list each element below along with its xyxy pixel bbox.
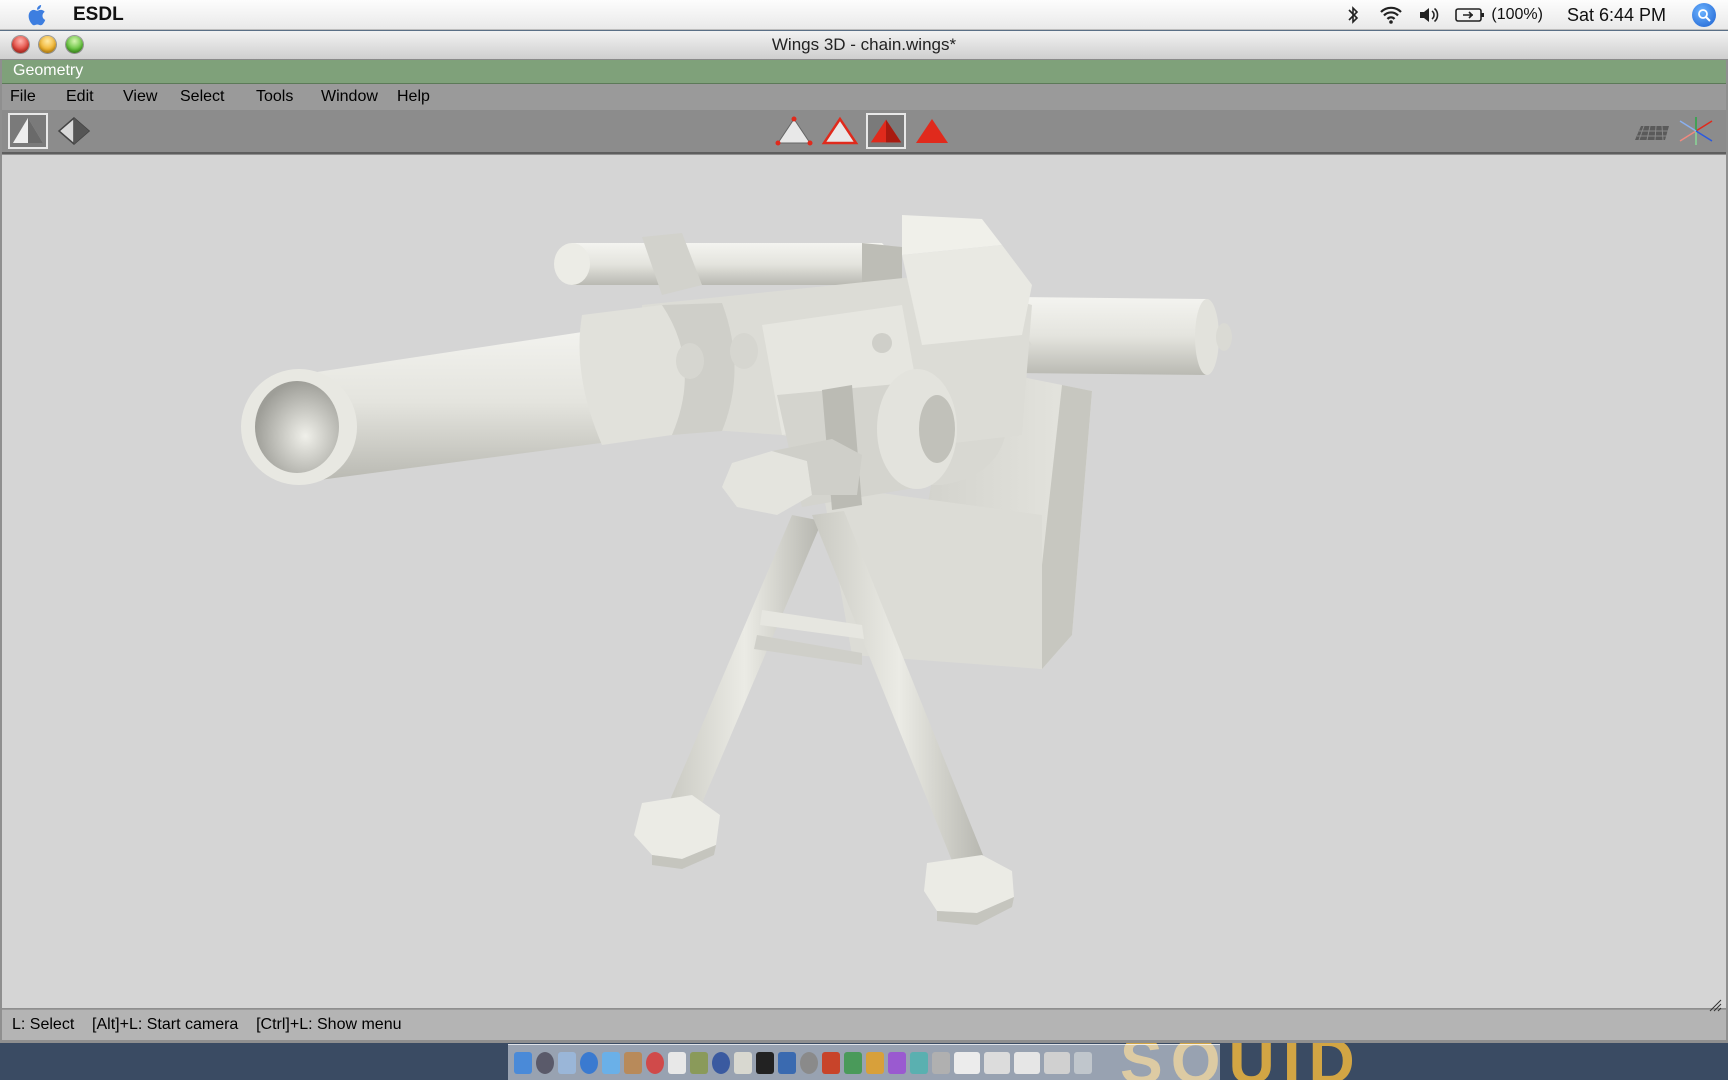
quicktime-icon[interactable] bbox=[712, 1051, 730, 1074]
app-menubar: File Edit View Select Tools Window Help bbox=[2, 84, 1726, 110]
wifi-icon[interactable] bbox=[1379, 4, 1403, 26]
menu-window[interactable]: Window bbox=[321, 88, 378, 106]
volume-icon[interactable] bbox=[1417, 4, 1441, 26]
statusbar: L: Select [Alt]+L: Start camera [Ctrl]+L… bbox=[2, 999, 1726, 1040]
wings3d-window: Wings 3D - chain.wings* Geometry File Ed… bbox=[0, 31, 1728, 1043]
system-preferences-icon[interactable] bbox=[800, 1051, 818, 1074]
itunes-icon[interactable] bbox=[646, 1051, 664, 1074]
app-menu-name[interactable]: ESDL bbox=[73, 4, 124, 26]
body-select-icon[interactable] bbox=[912, 113, 952, 149]
status-hint: L: Select [Alt]+L: Start camera [Ctrl]+L… bbox=[12, 1016, 402, 1033]
geometry-title-bar[interactable]: Geometry bbox=[2, 60, 1726, 84]
minimized-window-1[interactable] bbox=[954, 1051, 980, 1074]
ichat-icon[interactable] bbox=[602, 1051, 620, 1074]
photoshop-icon[interactable] bbox=[778, 1051, 796, 1074]
minimized-window-3[interactable] bbox=[1014, 1051, 1040, 1074]
terminal-icon[interactable] bbox=[756, 1051, 774, 1074]
app-icon-18[interactable] bbox=[888, 1051, 906, 1074]
menu-tools[interactable]: Tools bbox=[256, 88, 293, 106]
wireframe-view-icon[interactable] bbox=[54, 113, 94, 149]
resize-grip-icon[interactable] bbox=[1708, 998, 1722, 1012]
minimized-window-4[interactable] bbox=[1044, 1051, 1070, 1074]
ground-plane-icon[interactable] bbox=[1632, 113, 1672, 149]
axes-icon[interactable] bbox=[1676, 113, 1716, 149]
3d-viewport[interactable] bbox=[2, 155, 1726, 1008]
vertex-select-icon[interactable] bbox=[774, 113, 814, 149]
apple-icon[interactable] bbox=[26, 2, 50, 28]
battery-icon[interactable] bbox=[1455, 4, 1485, 26]
menu-edit[interactable]: Edit bbox=[66, 88, 94, 106]
mail-icon[interactable] bbox=[558, 1051, 576, 1074]
window-title: Wings 3D - chain.wings* bbox=[771, 35, 957, 54]
app-icon-19[interactable] bbox=[910, 1051, 928, 1074]
edge-select-icon[interactable] bbox=[820, 113, 860, 149]
battery-percentage: (100%) bbox=[1491, 6, 1543, 23]
mac-menubar: ESDL (100%) Sat 6:44 PM bbox=[0, 0, 1728, 30]
window-titlebar[interactable]: Wings 3D - chain.wings* bbox=[0, 31, 1728, 60]
face-select-icon[interactable] bbox=[866, 113, 906, 149]
menu-help[interactable]: Help bbox=[397, 88, 430, 106]
safari-icon[interactable] bbox=[580, 1051, 598, 1074]
app-icon-16[interactable] bbox=[844, 1051, 862, 1074]
smooth-shaded-view-icon[interactable] bbox=[8, 113, 48, 149]
ical-icon[interactable] bbox=[668, 1051, 686, 1074]
address-book-icon[interactable] bbox=[624, 1051, 642, 1074]
app-icon-20[interactable] bbox=[932, 1051, 950, 1074]
menu-file[interactable]: File bbox=[10, 88, 36, 106]
menu-select[interactable]: Select bbox=[180, 88, 224, 106]
menu-view[interactable]: View bbox=[123, 88, 157, 106]
minimized-window-2[interactable] bbox=[984, 1051, 1010, 1074]
textedit-icon[interactable] bbox=[734, 1051, 752, 1074]
finder-icon[interactable] bbox=[514, 1051, 532, 1074]
geometry-label: Geometry bbox=[13, 62, 84, 79]
trash-icon[interactable] bbox=[1074, 1051, 1092, 1074]
toolbar bbox=[2, 110, 1726, 154]
chaingun-model[interactable] bbox=[2, 155, 1726, 1008]
dock bbox=[508, 1044, 1220, 1080]
bluetooth-icon[interactable] bbox=[1341, 4, 1365, 26]
menubar-clock[interactable]: Sat 6:44 PM bbox=[1567, 5, 1666, 26]
wings3d-icon[interactable] bbox=[822, 1051, 840, 1074]
app-icon-17[interactable] bbox=[866, 1051, 884, 1074]
spotlight-icon[interactable] bbox=[1692, 3, 1716, 27]
dashboard-icon[interactable] bbox=[536, 1051, 554, 1074]
preview-icon[interactable] bbox=[690, 1051, 708, 1074]
